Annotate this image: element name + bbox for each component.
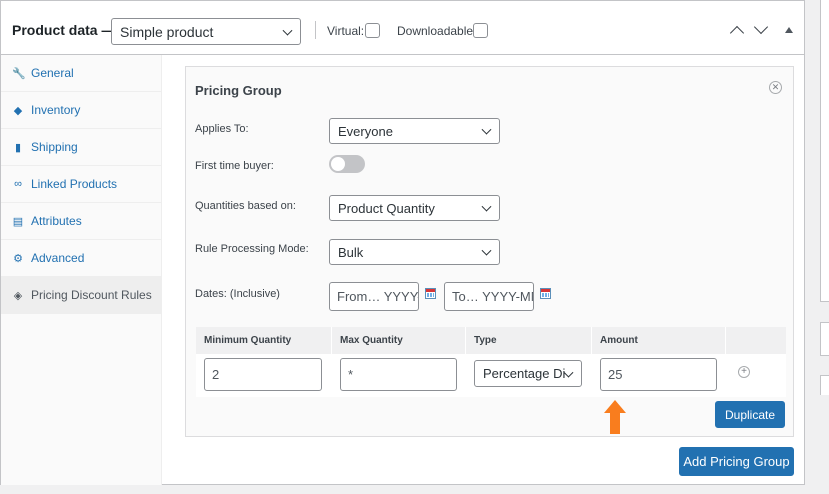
add-pricing-group-label: Add Pricing Group — [683, 454, 790, 469]
chevron-down-icon — [481, 245, 492, 256]
sidebar-item-label: Inventory — [31, 103, 81, 117]
downloadable-label: Downloadable: — [397, 24, 477, 38]
adjacent-panel-edge — [820, 375, 829, 395]
date-from-placeholder: From… YYYY- — [337, 289, 419, 304]
product-type-value: Simple product — [120, 23, 214, 40]
column-header-type: Type — [466, 327, 592, 354]
date-from-field[interactable]: From… YYYY- — [329, 282, 419, 311]
first-time-buyer-toggle[interactable] — [329, 155, 365, 173]
sidebar-item-attributes[interactable]: ▤ Attributes — [1, 203, 162, 240]
price-tag-icon: ◈ — [13, 289, 23, 302]
chevron-down-icon[interactable] — [753, 19, 769, 35]
column-header-amount: Amount — [592, 327, 726, 354]
sidebar-item-label: Advanced — [31, 251, 85, 265]
pricing-group: Pricing Group ✕ Applies To: Everyone Fir… — [185, 66, 794, 437]
quantities-based-on-label: Quantities based on: — [195, 200, 296, 212]
amount-value: 25 — [608, 367, 623, 382]
wrench-icon: 🔧 — [12, 67, 26, 80]
rule-processing-mode-label: Rule Processing Mode: — [195, 243, 309, 255]
table-row: 2 * Percentage Di 25 + — [196, 354, 786, 397]
calendar-icon[interactable] — [540, 288, 551, 299]
rule-processing-mode-value: Bulk — [338, 244, 364, 260]
list-table-icon: ▤ — [12, 215, 24, 228]
sidebar-item-label: Pricing Discount Rules — [31, 288, 152, 302]
sidebar-item-general[interactable]: 🔧 General — [1, 55, 162, 92]
date-to-placeholder: To… YYYY-MM — [452, 289, 534, 304]
min-quantity-value: 2 — [212, 367, 220, 382]
applies-to-value: Everyone — [338, 123, 393, 139]
product-data-panel: Product data — Simple product Virtual: D… — [0, 0, 805, 485]
min-quantity-input[interactable]: 2 — [204, 358, 322, 391]
sidebar-item-advanced[interactable]: ⚙ Advanced — [1, 240, 162, 277]
gear-icon: ⚙ — [13, 252, 23, 265]
applies-to-select[interactable]: Everyone — [329, 118, 500, 144]
virtual-label: Virtual: — [327, 24, 365, 38]
sidebar-item-inventory[interactable]: ◆ Inventory — [1, 92, 162, 129]
tag-diamond-icon: ◆ — [13, 104, 23, 117]
quantities-based-on-select[interactable]: Product Quantity — [329, 195, 500, 221]
sidebar-item-label: Linked Products — [31, 177, 118, 191]
duplicate-button-label: Duplicate — [724, 407, 776, 422]
chevron-down-icon — [481, 124, 492, 135]
sidebar-item-label: Attributes — [31, 214, 82, 228]
chevron-up-icon[interactable] — [729, 25, 745, 41]
column-header-min-quantity: Minimum Quantity — [196, 327, 332, 354]
sidebar-item-label: Shipping — [31, 140, 78, 154]
sidebar-item-shipping[interactable]: ▮ Shipping — [1, 129, 162, 166]
quantity-rules-table: Minimum Quantity Max Quantity Type Amoun… — [196, 327, 786, 397]
product-data-header: Product data — Simple product Virtual: D… — [1, 1, 804, 55]
sidebar-item-label: General — [31, 66, 74, 80]
adjacent-panel-edge — [820, 322, 829, 356]
calendar-icon[interactable] — [425, 288, 436, 299]
link-icon: ∞ — [14, 178, 22, 190]
adjacent-panel-edge — [820, 0, 829, 302]
product-data-title: Product data — — [12, 22, 116, 38]
toggle-panel-icon[interactable] — [785, 27, 793, 33]
add-row-icon[interactable]: + — [738, 366, 750, 378]
discount-type-value: Percentage Di — [483, 366, 566, 381]
amount-input[interactable]: 25 — [600, 358, 717, 391]
truck-icon: ▮ — [14, 141, 22, 154]
pricing-group-title: Pricing Group — [195, 83, 282, 98]
duplicate-button[interactable]: Duplicate — [715, 401, 785, 428]
virtual-checkbox[interactable] — [365, 23, 380, 38]
close-icon[interactable]: ✕ — [769, 81, 782, 94]
chevron-down-icon — [481, 201, 492, 212]
sidebar-item-pricing-discount-rules[interactable]: ◈ Pricing Discount Rules — [1, 277, 162, 314]
table-header: Minimum Quantity Max Quantity Type Amoun… — [196, 327, 786, 354]
downloadable-checkbox[interactable] — [473, 23, 488, 38]
dates-label: Dates: (Inclusive) — [195, 288, 280, 300]
date-to-field[interactable]: To… YYYY-MM — [444, 282, 534, 311]
add-pricing-group-button[interactable]: Add Pricing Group — [679, 447, 794, 476]
header-divider — [315, 21, 316, 39]
product-data-tabs: 🔧 General ◆ Inventory ▮ Shipping ∞ Linke… — [1, 55, 162, 485]
max-quantity-value: * — [348, 367, 354, 382]
applies-to-label: Applies To: — [195, 123, 249, 135]
discount-type-select[interactable]: Percentage Di — [474, 360, 582, 387]
first-time-buyer-label: First time buyer: — [195, 160, 274, 172]
arrow-up-icon — [604, 400, 626, 434]
max-quantity-input[interactable]: * — [340, 358, 457, 391]
rule-processing-mode-select[interactable]: Bulk — [329, 239, 500, 265]
chevron-down-icon — [282, 25, 293, 36]
column-header-max-quantity: Max Quantity — [332, 327, 466, 354]
sidebar-item-linked-products[interactable]: ∞ Linked Products — [1, 166, 162, 203]
quantities-based-on-value: Product Quantity — [338, 200, 435, 216]
product-type-select[interactable]: Simple product — [111, 18, 301, 45]
